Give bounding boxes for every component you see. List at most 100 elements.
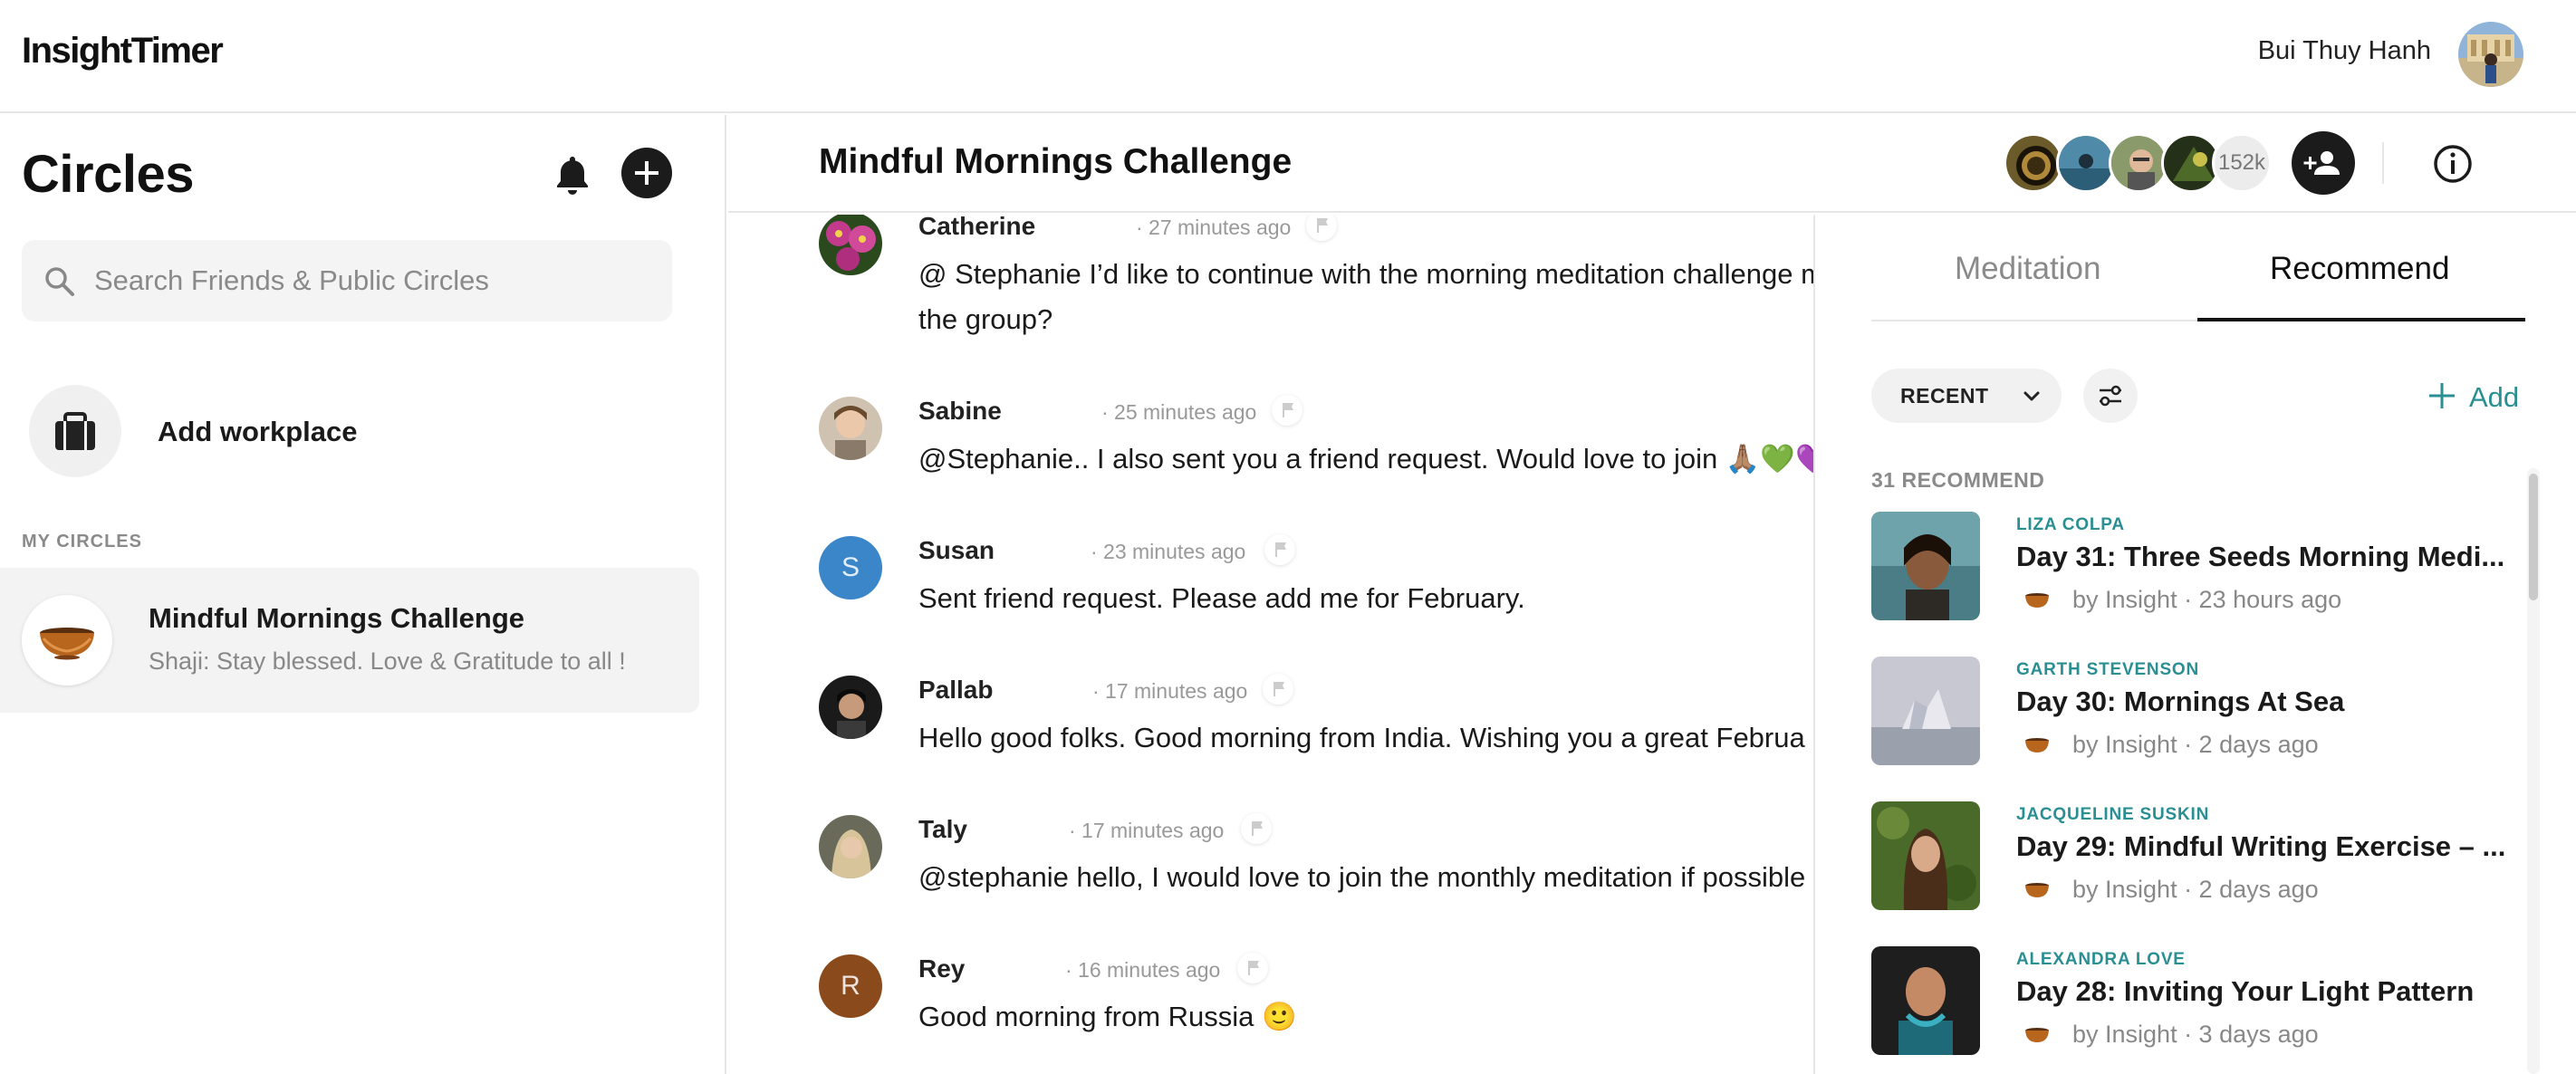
message-text: Sent friend request. Please add me for F…	[918, 582, 1525, 614]
track-author[interactable]: ALEXANDRA LOVE	[2016, 950, 2186, 970]
member-count: 152k	[2212, 133, 2272, 193]
track-meta: by Insight · 23 hours ago	[2072, 586, 2342, 613]
recommend-panel: Meditation Recommend RECENT Add 31 RECOM…	[1813, 215, 2576, 1074]
track-thumbnail	[1871, 946, 1980, 1055]
plus-icon	[2429, 383, 2455, 408]
sender-avatar[interactable]	[819, 815, 882, 878]
circle-last-message: Shaji: Stay blessed. Love & Gratitude to…	[149, 647, 626, 675]
member-avatar	[2109, 133, 2168, 193]
singing-bowl-icon	[2025, 1028, 2049, 1042]
track-author[interactable]: GARTH STEVENSON	[2016, 660, 2199, 680]
recommend-scrollbar[interactable]	[2527, 468, 2540, 1074]
singing-bowl-icon	[2025, 883, 2049, 897]
track-title[interactable]: Day 29: Mindful Writing Exercise – ...	[2016, 830, 2523, 863]
track-title[interactable]: Day 30: Mornings At Sea	[2016, 686, 2523, 718]
track-thumbnail	[1871, 512, 1980, 620]
singing-bowl-icon	[2025, 738, 2049, 753]
search-input[interactable]	[94, 240, 656, 321]
scrollbar-thumb[interactable]	[2529, 474, 2538, 600]
create-circle-button[interactable]	[621, 148, 672, 198]
recommend-item[interactable]: JACQUELINE SUSKIN Day 29: Mindful Writin…	[1871, 801, 2533, 914]
singing-bowl-icon	[2025, 593, 2049, 608]
recommend-count: 31 RECOMMEND	[1871, 468, 2045, 492]
track-title[interactable]: Day 28: Inviting Your Light Pattern	[2016, 975, 2523, 1008]
sliders-icon	[2100, 385, 2121, 407]
search-icon	[45, 267, 74, 296]
add-workplace-button[interactable]: Add workplace	[29, 385, 699, 479]
flag-icon[interactable]	[1306, 215, 1337, 241]
sender-avatar[interactable]	[819, 397, 882, 460]
bell-icon[interactable]	[553, 153, 592, 197]
track-thumbnail	[1871, 657, 1980, 765]
insight-timer-logo[interactable]: InsightTimer	[22, 31, 224, 72]
sender-name[interactable]: Susan	[918, 536, 995, 565]
track-author[interactable]: JACQUELINE SUSKIN	[2016, 805, 2209, 825]
message-text: @stephanie hello, I would love to join t…	[918, 861, 1806, 893]
member-avatar	[2004, 133, 2063, 193]
add-workplace-label: Add workplace	[158, 416, 358, 447]
sidebar-title: Circles	[22, 145, 194, 204]
sender-avatar[interactable]: S	[819, 536, 882, 599]
chat-header: Mindful Mornings Challenge 152k	[728, 115, 2576, 213]
track-title[interactable]: Day 31: Three Seeds Morning Medi...	[2016, 541, 2523, 573]
message-time: · 25 minutes ago	[1101, 400, 1257, 424]
message-list[interactable]: Catherine · 27 minutes ago @ Stephanie I…	[728, 215, 1813, 1074]
member-avatars[interactable]: 152k	[2004, 133, 2275, 195]
member-avatar	[2056, 133, 2116, 193]
flag-icon[interactable]	[1237, 953, 1268, 983]
sender-name[interactable]: Taly	[918, 815, 967, 844]
info-icon[interactable]	[2431, 142, 2475, 186]
add-recommendation-button[interactable]: Add	[2427, 374, 2545, 417]
chevron-down-icon	[2023, 391, 2040, 401]
track-meta: by Insight · 2 days ago	[2072, 876, 2319, 903]
user-avatar[interactable]	[2458, 22, 2523, 87]
circle-list-item[interactable]: Mindful Mornings Challenge Shaji: Stay b…	[0, 568, 699, 713]
briefcase-icon	[29, 385, 121, 477]
my-circles-label: MY CIRCLES	[22, 532, 142, 551]
header-divider	[2382, 142, 2384, 184]
sender-avatar[interactable]: R	[819, 954, 882, 1018]
track-meta: by Insight · 2 days ago	[2072, 731, 2319, 758]
sender-avatar[interactable]	[819, 676, 882, 739]
message-text: Hello good folks. Good morning from Indi…	[918, 722, 1805, 753]
search-box	[22, 240, 672, 321]
chat-title: Mindful Mornings Challenge	[819, 142, 1293, 181]
plus-icon	[635, 161, 658, 185]
message-text: @Stephanie.. I also sent you a friend re…	[918, 443, 1813, 475]
track-meta: by Insight · 3 days ago	[2072, 1021, 2319, 1048]
active-tab-indicator	[2197, 318, 2525, 321]
sort-dropdown[interactable]: RECENT	[1871, 369, 2062, 423]
sender-name[interactable]: Sabine	[918, 397, 1002, 426]
message-time: · 27 minutes ago	[1136, 216, 1292, 239]
message-text: Good morning from Russia 🙂	[918, 1001, 1297, 1032]
filter-button[interactable]	[2083, 369, 2138, 423]
add-member-button[interactable]	[2292, 131, 2355, 195]
circles-sidebar: Circles Add workplace MY CIRCLES	[0, 115, 726, 1074]
circle-name: Mindful Mornings Challenge	[149, 602, 525, 634]
add-label: Add	[2469, 381, 2520, 413]
tab-recommend[interactable]: Recommend	[2270, 251, 2449, 287]
sender-name[interactable]: Catherine	[918, 215, 1035, 241]
singing-bowl-icon	[22, 595, 112, 686]
top-bar: InsightTimer Bui Thuy Hanh	[0, 0, 2576, 113]
recommend-item[interactable]: ALEXANDRA LOVE Day 28: Inviting Your Lig…	[1871, 946, 2533, 1059]
sender-avatar[interactable]	[819, 215, 882, 275]
recommend-item[interactable]: GARTH STEVENSON Day 30: Mornings At Sea …	[1871, 657, 2533, 769]
flag-icon[interactable]	[1272, 395, 1302, 426]
add-person-icon	[2303, 151, 2340, 175]
flag-icon[interactable]	[1241, 813, 1272, 844]
message-time: · 23 minutes ago	[1091, 540, 1246, 563]
message-text: @ Stephanie I’d like to continue with th…	[918, 258, 1813, 335]
sender-name[interactable]: Rey	[918, 954, 965, 983]
tab-meditation[interactable]: Meditation	[1955, 251, 2100, 287]
flag-icon[interactable]	[1263, 674, 1293, 705]
recommend-item[interactable]: LIZA COLPA Day 31: Three Seeds Morning M…	[1871, 512, 2533, 624]
track-author[interactable]: LIZA COLPA	[2016, 515, 2125, 535]
flag-icon[interactable]	[1264, 534, 1295, 565]
sender-name[interactable]: Pallab	[918, 676, 993, 705]
recommend-list[interactable]: LIZA COLPA Day 31: Three Seeds Morning M…	[1871, 512, 2533, 1074]
message-time: · 16 minutes ago	[1065, 958, 1221, 982]
user-name[interactable]: Bui Thuy Hanh	[2258, 36, 2431, 66]
message-time: · 17 minutes ago	[1092, 679, 1248, 703]
message-time: · 17 minutes ago	[1069, 819, 1225, 842]
